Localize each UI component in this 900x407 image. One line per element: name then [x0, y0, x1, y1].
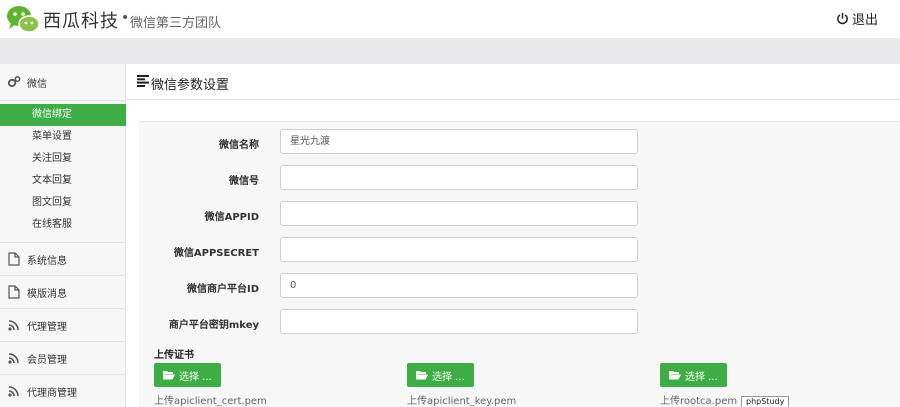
folder-open-icon	[163, 371, 175, 380]
list-icon	[137, 75, 149, 87]
file-icon	[7, 285, 21, 299]
upload-cert-title: 上传证书	[154, 350, 194, 361]
brand-name: 西瓜科技	[43, 11, 119, 32]
folder-open-icon	[669, 371, 681, 380]
sidebar-section-agent-management[interactable]: 代理管理	[0, 309, 126, 341]
sidebar-item-wechat-bind[interactable]: 微信绑定	[0, 104, 126, 126]
folder-open-icon	[416, 371, 428, 380]
sidebar-item-online-service[interactable]: 在线客服	[0, 214, 126, 236]
merchant-id-label: 微信商户平台ID	[186, 284, 259, 295]
wechat-appsecret-label: 微信APPSECRET	[173, 248, 259, 259]
brand-slogan: 微信第三方团队	[130, 16, 222, 31]
sidebar-item-menu-settings[interactable]: 菜单设置	[0, 126, 126, 148]
merchant-key-label: 商户平台密钥mkey	[168, 320, 259, 331]
brand-separator: •	[121, 10, 130, 26]
sidebar-section-label: 系统信息	[27, 255, 67, 267]
gears-icon	[7, 75, 21, 89]
file-icon	[7, 252, 21, 266]
wechat-appid-input[interactable]	[280, 201, 638, 226]
wechat-name-input[interactable]: 星光九渡	[280, 129, 638, 154]
merchant-key-input[interactable]	[280, 309, 638, 334]
logout-button[interactable]: 退出	[836, 9, 879, 28]
wechat-name-label: 微信名称	[219, 140, 259, 151]
sidebar-section-template-message[interactable]: 模版消息	[0, 276, 126, 308]
sidebar-section-label: 微信	[27, 78, 47, 90]
sidebar-section-label: 会员管理	[27, 354, 67, 366]
top-header: 西瓜科技 • 微信第三方团队 退出	[0, 0, 900, 38]
rss-icon	[7, 384, 21, 398]
choose-button-label: 选择 ...	[432, 371, 465, 383]
key-file-name: 上传apiclient_key.pem	[407, 396, 517, 407]
sidebar: 微信 微信绑定 菜单设置 关注回复 文本回复 图文回复 在线客服 系统信息 模版…	[0, 64, 126, 407]
sidebar-section-label: 代理商管理	[27, 387, 77, 399]
merchant-id-input[interactable]: 0	[280, 273, 638, 298]
settings-panel	[139, 121, 900, 407]
sidebar-section-system-info[interactable]: 系统信息	[0, 243, 126, 275]
power-icon	[837, 12, 848, 24]
rootca-file-name: 上传rootca.pem	[660, 396, 738, 407]
choose-rootca-button[interactable]: 选择 ...	[660, 363, 727, 387]
sidebar-section-member-management[interactable]: 会员管理	[0, 342, 126, 374]
sidebar-section-dealer-management[interactable]: 代理商管理	[0, 375, 126, 407]
choose-button-label: 选择 ...	[179, 371, 212, 383]
wechat-logo-icon	[7, 6, 40, 33]
rss-icon	[7, 351, 21, 365]
wechat-appid-label: 微信APPID	[204, 212, 259, 223]
wechat-id-input[interactable]	[280, 165, 638, 190]
choose-cert-button[interactable]: 选择 ...	[154, 363, 221, 387]
sidebar-section-label: 模版消息	[27, 288, 67, 300]
sidebar-item-news-reply[interactable]: 图文回复	[0, 192, 126, 214]
sidebar-item-text-reply[interactable]: 文本回复	[0, 170, 126, 192]
wechat-id-label: 微信号	[229, 176, 259, 187]
sidebar-section-wechat[interactable]: 微信	[0, 64, 126, 100]
header-divider-bar	[0, 38, 900, 64]
sidebar-section-label: 代理管理	[27, 321, 67, 333]
sidebar-item-follow-reply[interactable]: 关注回复	[0, 148, 126, 170]
choose-button-label: 选择 ...	[685, 371, 718, 383]
wechat-appsecret-input[interactable]	[280, 237, 638, 262]
rss-icon	[7, 318, 21, 332]
cert-file-name: 上传apiclient_cert.pem	[154, 396, 267, 407]
logout-label: 退出	[852, 12, 879, 28]
choose-key-button[interactable]: 选择 ...	[407, 363, 474, 387]
tooltip: phpStudy	[741, 396, 790, 407]
page-header: 微信参数设置	[127, 64, 900, 100]
divider	[0, 100, 126, 101]
page-title: 微信参数设置	[151, 78, 230, 93]
